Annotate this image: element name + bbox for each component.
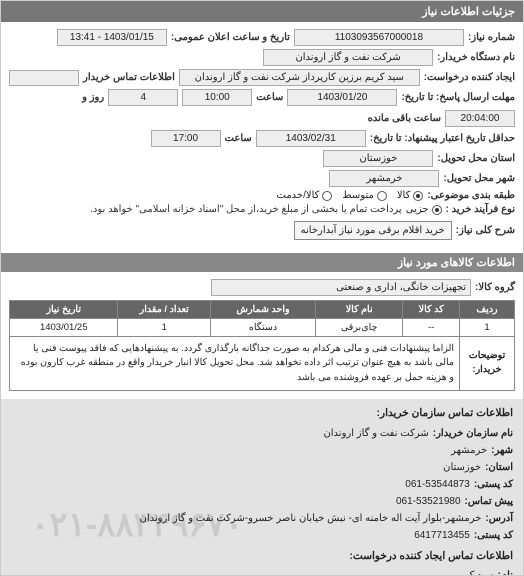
city-value: خرمشهر bbox=[329, 170, 439, 187]
desc-text: الزاما پیشنهادات فنی و مالی هرکدام به صو… bbox=[10, 337, 460, 391]
radio-med[interactable]: متوسط bbox=[342, 190, 386, 201]
th-code: کد کالا bbox=[403, 301, 460, 319]
package-class-label: طبقه بندی موضوعی: bbox=[427, 190, 515, 201]
th-idx: ردیف bbox=[460, 301, 515, 319]
radio-icon bbox=[322, 191, 332, 201]
buyer-contact-value bbox=[9, 70, 79, 86]
deadline-time-label: ساعت bbox=[256, 92, 283, 103]
contact-address-label: آدرس: bbox=[485, 510, 513, 527]
buyer-org-value: شرکت نفت و گاز اروندان bbox=[263, 49, 433, 66]
th-unit: واحد شمارش bbox=[211, 301, 316, 319]
table-desc-row: توضیحات خریدار: الزاما پیشنهادات فنی و م… bbox=[10, 337, 515, 391]
requester-label: ایجاد کننده درخواست: bbox=[424, 72, 515, 83]
province-label: استان محل تحویل: bbox=[437, 153, 515, 164]
cell-idx: 1 bbox=[460, 319, 515, 337]
deadline-recv-label: مهلت ارسال پاسخ: تا تاریخ: bbox=[401, 92, 515, 103]
remaining-hours: 20:04:00 bbox=[445, 110, 515, 127]
validity-time-label: ساعت bbox=[225, 133, 252, 144]
city-label: شهر محل تحویل: bbox=[443, 173, 515, 184]
contact-phone-pre: 061-53521980 bbox=[396, 493, 461, 510]
remaining-days: 4 bbox=[108, 89, 178, 106]
purchase-type-label: نوع فرآیند خرید : bbox=[446, 204, 515, 215]
public-date-value: 1403/01/15 - 13:41 bbox=[57, 29, 167, 46]
th-qty: تعداد / مقدار bbox=[118, 301, 211, 319]
need-title-value: خرید اقلام برقی مورد نیاز آبدارخانه bbox=[294, 221, 452, 240]
cell-unit: دستگاه bbox=[211, 319, 316, 337]
contact-postal-label: کد پستی: bbox=[474, 476, 513, 493]
need-title-label: شرح کلی نیاز: bbox=[456, 225, 515, 236]
contact-province: خوزستان bbox=[443, 459, 481, 476]
table-header-row: ردیف کد کالا نام کالا واحد شمارش تعداد /… bbox=[10, 301, 515, 319]
requester-value: سید کریم برزین کارپرداز شرکت نفت و گاز ا… bbox=[179, 69, 420, 86]
radio-icon bbox=[413, 191, 423, 201]
contact-city: خرمشهر bbox=[451, 442, 487, 459]
req-name-label: نام: bbox=[498, 567, 513, 576]
province-value: خوزستان bbox=[323, 150, 433, 167]
cell-qty: 1 bbox=[118, 319, 211, 337]
tracking-label: شماره نیاز: bbox=[468, 32, 515, 43]
contact-block: اطلاعات تماس سازمان خریدار: نام سازمان خ… bbox=[1, 399, 523, 576]
desc-label: توضیحات خریدار: bbox=[460, 337, 515, 391]
page-header: جزئیات اطلاعات نیاز bbox=[1, 1, 523, 22]
validity-date: 1403/02/31 bbox=[256, 130, 366, 147]
contact-phone-pre-label: پیش تماس: bbox=[465, 493, 513, 510]
th-name: نام کالا bbox=[315, 301, 402, 319]
req-name: سید کریم bbox=[455, 567, 494, 576]
public-date-label: تاریخ و ساعت اعلان عمومی: bbox=[171, 32, 290, 43]
tracking-value: 1103093567000018 bbox=[294, 29, 464, 46]
purchase-note: پرداخت تمام یا بخشی از مبلغ خرید،از محل … bbox=[90, 204, 402, 215]
class-radio-group: کالا متوسط کالا/خدمت bbox=[277, 190, 424, 201]
table-row: 1 -- چای‌برقی دستگاه 1 1403/01/25 bbox=[10, 319, 515, 337]
cell-date: 1403/01/25 bbox=[10, 319, 118, 337]
radio-icon bbox=[377, 191, 387, 201]
validity-time: 17:00 bbox=[151, 130, 221, 147]
radio-icon bbox=[432, 205, 442, 215]
remaining-days-label: روز و bbox=[82, 92, 104, 103]
org-name: شرکت نفت و گاز اروندان bbox=[323, 425, 428, 442]
deadline-recv-date: 1403/01/20 bbox=[287, 89, 397, 106]
remaining-hours-label: ساعت باقی مانده bbox=[368, 113, 441, 124]
contact-postcode-label: کد پستی: bbox=[474, 527, 513, 544]
radio-service[interactable]: کالا/خدمت bbox=[277, 190, 333, 201]
validity-label: حداقل تاریخ اعتبار پیشنهاد: تا تاریخ: bbox=[370, 133, 515, 144]
contact-city-label: شهر: bbox=[491, 442, 513, 459]
goods-group-value: تجهیزات خانگی، اداری و صنعتی bbox=[211, 279, 471, 296]
contact-province-label: استان: bbox=[485, 459, 513, 476]
goods-group-label: گروه کالا: bbox=[475, 282, 515, 293]
th-date: تاریخ نیاز bbox=[10, 301, 118, 319]
goods-header: اطلاعات کالاهای مورد نیاز bbox=[1, 253, 523, 272]
deadline-recv-time: 10:00 bbox=[182, 89, 252, 106]
buyer-org-label: نام دستگاه خریدار: bbox=[437, 52, 515, 63]
requester-contact-title: اطلاعات تماس ایجاد کننده درخواست: bbox=[11, 548, 513, 566]
contact-postal: 061-53544873 bbox=[405, 476, 470, 493]
contact-postcode: 6417713455 bbox=[414, 527, 470, 544]
goods-table: ردیف کد کالا نام کالا واحد شمارش تعداد /… bbox=[9, 300, 515, 391]
buyer-contact-label: اطلاعات تماس خریدار bbox=[83, 72, 175, 83]
page-title: جزئیات اطلاعات نیاز bbox=[422, 6, 515, 18]
radio-kala[interactable]: کالا bbox=[397, 190, 424, 201]
contact-address: خرمشهر-بلوار آیت اله خامنه ای- نبش خیابا… bbox=[140, 510, 482, 527]
cell-name: چای‌برقی bbox=[315, 319, 402, 337]
cell-code: -- bbox=[403, 319, 460, 337]
org-name-label: نام سازمان خریدار: bbox=[433, 425, 513, 442]
contact-title: اطلاعات تماس سازمان خریدار: bbox=[11, 405, 513, 423]
radio-cash[interactable]: جزیی bbox=[406, 204, 442, 215]
